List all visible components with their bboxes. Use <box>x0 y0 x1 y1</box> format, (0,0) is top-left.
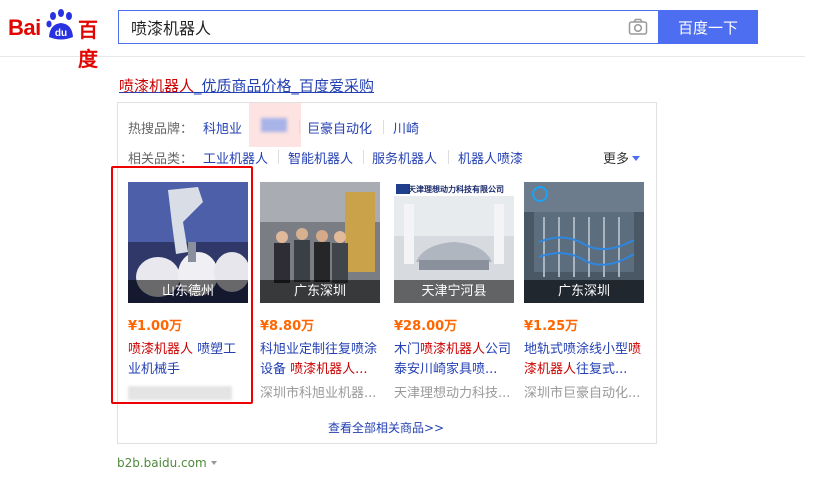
caret-down-icon <box>632 156 641 161</box>
related-link[interactable]: 智能机器人 <box>288 148 353 167</box>
product-price: ¥1.25万 <box>524 319 579 334</box>
result-title-rest: _优质商品价格_百度爱采购 <box>194 77 375 95</box>
blurred-brand-link[interactable] <box>249 103 301 147</box>
shop-name: 天津理想动力科技... <box>394 386 511 401</box>
camera-icon[interactable] <box>628 18 648 36</box>
related-link[interactable]: 工业机器人 <box>203 148 268 167</box>
product-location: 天津宁河县 <box>394 280 514 303</box>
related-link[interactable]: 服务机器人 <box>372 148 437 167</box>
shop-name: 深圳市巨豪自动化... <box>524 386 641 401</box>
top-bar: Bai du 百度 百度一下 <box>0 0 815 71</box>
product-item[interactable]: 广东深圳 ¥8.80万 科旭业定制往复喷涂设备 喷漆机器人... 深圳市科旭业机… <box>260 182 380 401</box>
product-price: ¥28.00万 <box>394 319 458 334</box>
product-name[interactable]: 科旭业定制往复喷涂设备 喷漆机器人... <box>260 340 380 380</box>
brand-link[interactable]: 巨豪自动化 <box>307 118 372 137</box>
paw-logo-icon: du <box>46 9 73 40</box>
product-item[interactable]: 天津理想动力科技有限公司 天津宁河县 ¥28.00万 木门喷漆机器人公司泰安川崎… <box>394 182 514 401</box>
product-price: ¥8.80万 <box>260 319 315 334</box>
view-all-link[interactable]: 查看全部相关商品>> <box>328 419 444 436</box>
logo-chinese: 百度 <box>78 18 98 71</box>
product-image[interactable]: 广东深圳 <box>524 182 644 303</box>
search-button[interactable]: 百度一下 <box>658 10 758 44</box>
logo-paw-letters: du <box>55 28 67 39</box>
search-box <box>118 10 658 44</box>
result-title-highlight: 喷漆机器人 <box>119 77 195 95</box>
product-image[interactable]: 广东深圳 <box>260 182 380 303</box>
product-image[interactable]: 天津理想动力科技有限公司 天津宁河县 <box>394 182 514 303</box>
baidu-logo[interactable]: Bai du 百度 <box>8 9 112 71</box>
related-label: 相关品类： <box>128 152 194 167</box>
shop-name: 深圳市科旭业机器... <box>260 386 377 401</box>
related-link[interactable]: 机器人喷漆 <box>458 148 523 167</box>
brand-link[interactable]: 川崎 <box>393 118 419 137</box>
caret-down-icon <box>210 461 217 465</box>
product-item[interactable]: 广东深圳 ¥1.25万 地轨式喷涂线小型喷漆机器人往复式... 深圳市巨豪自动化… <box>524 182 644 401</box>
logo-latin: Bai <box>8 15 41 40</box>
more-button[interactable]: 更多 <box>603 148 641 167</box>
divider <box>299 120 300 134</box>
search-input[interactable] <box>131 11 611 43</box>
hot-brands-label: 热搜品牌： <box>128 122 194 137</box>
divider <box>448 150 449 164</box>
brand-link[interactable]: 科旭业 <box>203 118 242 137</box>
divider <box>363 150 364 164</box>
product-location: 广东深圳 <box>260 280 380 303</box>
scrollbar[interactable] <box>805 56 815 478</box>
product-name[interactable]: 地轨式喷涂线小型喷漆机器人往复式... <box>524 340 644 380</box>
source-domain[interactable]: b2b.baidu.com <box>117 456 217 470</box>
result-title-link[interactable]: 喷漆机器人_优质商品价格_百度爱采购 <box>119 75 374 96</box>
domain-text: b2b.baidu.com <box>117 456 207 470</box>
divider <box>278 150 279 164</box>
divider <box>383 120 384 134</box>
more-label: 更多 <box>603 152 630 167</box>
product-image-banner: 天津理想动力科技有限公司 <box>408 184 504 194</box>
product-name[interactable]: 木门喷漆机器人公司泰安川崎家具喷... <box>394 340 514 380</box>
product-location: 广东深圳 <box>524 280 644 303</box>
highlight-frame <box>111 166 253 404</box>
